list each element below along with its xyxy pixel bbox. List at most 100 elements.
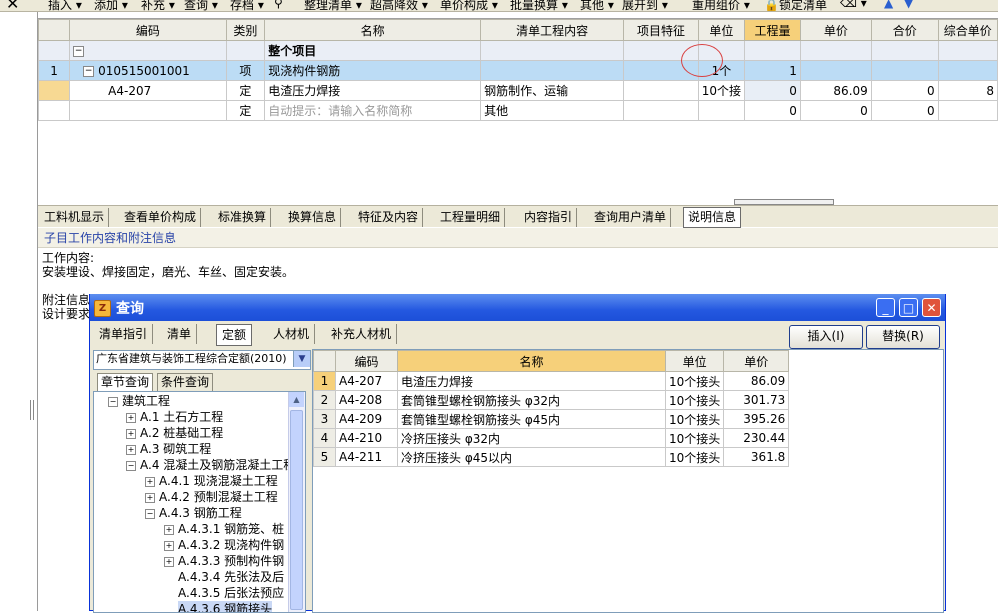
tree-node[interactable]: + A.1 土石方工程 <box>126 409 223 425</box>
toolbar-query[interactable]: 查询 ▾ <box>184 0 218 11</box>
tab-user-list[interactable]: 查询用户清单 <box>590 208 672 227</box>
tab-materials-machines[interactable]: 人材机 <box>268 324 316 344</box>
toolbar-lock-list[interactable]: 🔒锁定清单 <box>764 0 827 11</box>
tab-price-composition[interactable]: 查看单价构成 <box>120 208 202 227</box>
tab-standard-conversion[interactable]: 标准换算 <box>214 208 272 227</box>
col-header-quantity[interactable]: 工程量 <box>744 19 801 41</box>
collapse-icon[interactable]: − <box>73 45 85 57</box>
tree-node[interactable]: + A.4.3.2 现浇构件钢 <box>164 537 284 553</box>
expand-icon: + <box>164 524 174 535</box>
text-line: 工作内容: <box>42 251 95 265</box>
tab-supplement-materials[interactable]: 补充人材机 <box>326 324 398 344</box>
toolbar-high-efficiency[interactable]: 超高降效 ▾ <box>370 0 428 11</box>
main-toolbar: ✕ 插入 ▾ 添加 ▾ 补充 ▾ 查询 ▾ 存档 ▾ ⚲ 整理清单 ▾ 超高降效… <box>0 0 998 12</box>
tree-node[interactable]: + A.3 砌筑工程 <box>126 441 211 457</box>
expand-icon: + <box>126 412 136 423</box>
table-row[interactable]: − 整个项目 <box>37 40 998 61</box>
col-header-code[interactable]: 编码 <box>335 350 398 372</box>
tree-node[interactable]: A.4.3.5 后张法预应 <box>178 585 284 601</box>
table-row[interactable]: 5 A4-211 冷挤压接头 φ45以内 10个接头 361.8 <box>313 447 790 467</box>
tab-description[interactable]: 说明信息 <box>683 207 742 228</box>
scroll-thumb[interactable] <box>290 410 303 610</box>
tree-node[interactable]: + A.4.2 预制混凝土工程 <box>145 489 278 505</box>
toolbar-expand-to[interactable]: 展开到 ▾ <box>622 0 668 11</box>
col-header-total[interactable]: 合价 <box>870 19 939 41</box>
col-header-code[interactable]: 编码 <box>69 19 227 41</box>
table-row[interactable]: 3 A4-209 套筒锥型螺栓钢筋接头 φ45内 10个接头 395.26 <box>313 409 790 429</box>
expand-icon: + <box>164 556 174 567</box>
arrow-up-icon[interactable]: ▲ <box>884 0 893 10</box>
toolbar-supplement[interactable]: 补充 ▾ <box>141 0 175 11</box>
tree-node[interactable]: + A.4.1 现浇混凝土工程 <box>145 473 278 489</box>
left-pane <box>0 12 38 611</box>
insert-button[interactable]: 插入(I) <box>789 325 863 349</box>
minimize-icon[interactable]: _ <box>876 298 895 317</box>
tab-condition-query[interactable]: 条件查询 <box>157 373 214 392</box>
tab-quota[interactable]: 定额 <box>216 324 253 346</box>
toolbar-insert[interactable]: 插入 ▾ <box>48 0 82 11</box>
toolbar-price-composition[interactable]: 单价构成 ▾ <box>440 0 498 11</box>
col-header-feature[interactable]: 项目特征 <box>623 19 699 41</box>
tree-node[interactable]: + A.4.3.1 钢筋笼、桩 <box>164 521 284 537</box>
tab-features[interactable]: 特征及内容 <box>354 208 424 227</box>
collapse-icon: − <box>145 508 155 519</box>
toolbar-organize-list[interactable]: 整理清单 ▾ <box>304 0 362 11</box>
toolbar-reuse-pricing[interactable]: 重用组价 ▾ <box>692 0 750 11</box>
tab-conversion-info[interactable]: 换算信息 <box>284 208 342 227</box>
toolbar-batch-convert[interactable]: 批量换算 ▾ <box>510 0 568 11</box>
app-icon: Z <box>94 300 111 317</box>
toolbar-add[interactable]: 添加 ▾ <box>94 0 128 11</box>
collapse-icon: − <box>108 396 118 407</box>
tree-node[interactable]: + A.2 桩基础工程 <box>126 425 223 441</box>
expand-icon: + <box>145 492 155 503</box>
table-row[interactable]: 定 自动提示：请输入名称简称 其他 0 0 0 <box>37 100 998 121</box>
tree-node[interactable]: − A.4 混凝土及钢筋混凝土工程 <box>126 457 295 473</box>
col-header-name[interactable]: 名称 <box>397 350 666 372</box>
collapse-icon[interactable]: − <box>83 65 95 77</box>
scroll-up-icon[interactable]: ▲ <box>289 392 304 407</box>
dialog-titlebar[interactable]: Z 查询 _ □ ✕ <box>90 294 945 321</box>
collapse-icon: − <box>126 460 136 471</box>
toolbar-other[interactable]: 其他 ▾ <box>580 0 614 11</box>
maximize-icon[interactable]: □ <box>899 298 918 317</box>
splitter-handle[interactable] <box>30 400 34 420</box>
table-row[interactable]: A4-207 定 电渣压力焊接 钢筋制作、运输 10个接 0 86.09 0 8 <box>37 80 998 101</box>
eraser-icon[interactable]: ⌫ ▾ <box>840 0 867 10</box>
query-dialog: Z 查询 _ □ ✕ 清单指引 清单 定额 人材机 补充人材机 插入(I) 替换… <box>89 294 946 613</box>
vertical-scrollbar[interactable]: ▲ <box>288 392 305 612</box>
col-header-unit[interactable]: 单位 <box>697 19 746 41</box>
col-header-content[interactable]: 清单工程内容 <box>480 19 625 41</box>
quota-results-grid: 编码 名称 单位 单价 1 A4-207 电渣压力焊接 10个接头 86.09 … <box>312 349 944 613</box>
tree-node[interactable]: − A.4.3 钢筋工程 <box>145 505 242 521</box>
tree-node[interactable]: + A.4.3.3 预制构件钢 <box>164 553 284 569</box>
tree-node[interactable]: A.4.3.4 先张法及后 <box>178 569 284 585</box>
table-row[interactable]: 2 A4-208 套筒锥型螺栓钢筋接头 φ32内 10个接头 301.73 <box>313 390 790 410</box>
chevron-down-icon[interactable]: ▼ <box>293 351 310 367</box>
close-icon[interactable]: ✕ <box>922 298 941 317</box>
quota-library-select[interactable]: 广东省建筑与装饰工程综合定额(2010) ▼ <box>93 350 311 370</box>
table-row[interactable]: 1 −010515001001 项 现浇构件钢筋 1个 1 <box>37 60 998 81</box>
tab-materials[interactable]: 工料机显示 <box>40 208 110 227</box>
col-header-unit-price[interactable]: 单价 <box>723 350 790 372</box>
col-header-unit-price[interactable]: 单价 <box>799 19 872 41</box>
arrow-down-icon[interactable]: ▼ <box>904 0 913 10</box>
binoculars-icon[interactable]: ⚲ <box>274 0 283 10</box>
col-header-name[interactable]: 名称 <box>264 19 482 41</box>
tab-content-guide[interactable]: 内容指引 <box>520 208 578 227</box>
tab-list-guide[interactable]: 清单指引 <box>94 324 154 344</box>
dialog-title: 查询 <box>116 301 144 317</box>
replace-button[interactable]: 替换(R) <box>866 325 940 349</box>
col-header-type[interactable]: 类别 <box>225 19 266 41</box>
tab-list[interactable]: 清单 <box>162 324 198 344</box>
tab-chapter-query[interactable]: 章节查询 <box>97 373 154 392</box>
tree-node[interactable]: A.4.3.6 钢筋接头 <box>178 601 273 612</box>
toolbar-archive[interactable]: 存档 ▾ <box>230 0 264 11</box>
col-header-unit[interactable]: 单位 <box>664 350 725 372</box>
tab-quantity-details[interactable]: 工程量明细 <box>436 208 506 227</box>
tree-node[interactable]: − 建筑工程 <box>108 393 170 409</box>
close-icon[interactable]: ✕ <box>6 0 19 11</box>
section-title: 子目工作内容和附注信息 <box>38 228 998 248</box>
col-header-composite-price[interactable]: 综合单价 <box>937 19 998 41</box>
table-row[interactable]: 4 A4-210 冷挤压接头 φ32内 10个接头 230.44 <box>313 428 790 448</box>
table-row[interactable]: 1 A4-207 电渣压力焊接 10个接头 86.09 <box>313 371 790 391</box>
